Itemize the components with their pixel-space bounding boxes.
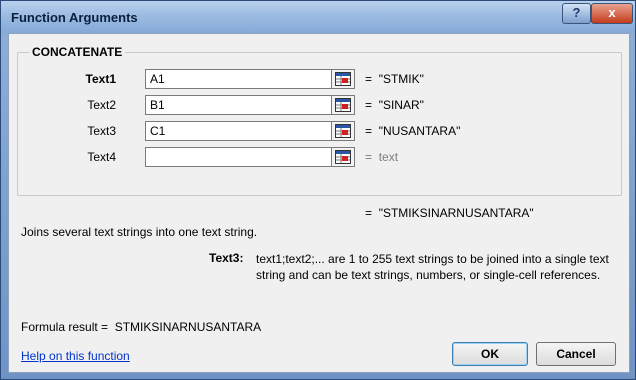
formula-result-label: Formula result = — [21, 320, 109, 334]
argument-label: Text3 — [87, 124, 116, 138]
formula-result: Formula result = STMIKSINARNUSANTARA — [21, 320, 261, 334]
equals-sign: = — [365, 98, 373, 112]
argument-result-value: "SINAR" — [378, 98, 424, 112]
argument-row-text4: Text4 = text — [9, 147, 629, 169]
cancel-button[interactable]: Cancel — [536, 342, 616, 366]
argument-result: = "SINAR" — [365, 98, 424, 112]
overall-result: = "STMIKSINARNUSANTARA" — [365, 206, 534, 220]
argument-label: Text2 — [87, 98, 116, 112]
help-on-function-link[interactable]: Help on this function — [21, 349, 130, 363]
equals-sign: = — [365, 72, 373, 86]
collapse-dialog-button[interactable] — [331, 147, 355, 167]
text2-input[interactable]: B1 — [145, 95, 341, 115]
argument-row-text3: Text3 C1 = "NUSANTARA" — [9, 121, 629, 143]
function-description: Joins several text strings into one text… — [21, 225, 258, 239]
argument-result-value: text — [378, 150, 399, 164]
argument-result: = text — [365, 150, 398, 164]
dialog-title: Function Arguments — [11, 10, 138, 25]
argument-row-text2: Text2 B1 = "SINAR" — [9, 95, 629, 117]
dialog-body: CONCATENATE Text1 A1 = "STMIK" Text2 B1 … — [8, 33, 630, 373]
help-button[interactable]: ? — [562, 3, 591, 24]
close-icon: x — [608, 5, 616, 20]
range-select-icon — [335, 98, 351, 112]
collapse-dialog-button[interactable] — [331, 95, 355, 115]
argument-label: Text1 — [85, 72, 116, 86]
argument-row-text1: Text1 A1 = "STMIK" — [9, 69, 629, 91]
overall-result-value: "STMIKSINARNUSANTARA" — [378, 206, 534, 220]
equals-sign: = — [365, 206, 373, 220]
argument-result-value: "NUSANTARA" — [378, 124, 461, 138]
function-name: CONCATENATE — [29, 45, 126, 59]
formula-result-value: STMIKSINARNUSANTARA — [114, 320, 262, 334]
ok-button[interactable]: OK — [452, 342, 528, 366]
range-select-icon — [335, 124, 351, 138]
range-select-icon — [335, 150, 351, 164]
text1-input[interactable]: A1 — [145, 69, 341, 89]
range-select-icon — [335, 72, 351, 86]
argument-label: Text4 — [87, 150, 116, 164]
close-button[interactable]: x — [591, 3, 633, 24]
argument-result: = "STMIK" — [365, 72, 424, 86]
collapse-dialog-button[interactable] — [331, 121, 355, 141]
argument-help-text: text1;text2;... are 1 to 255 text string… — [256, 252, 609, 282]
equals-sign: = — [365, 150, 373, 164]
text3-input[interactable]: C1 — [145, 121, 341, 141]
argument-result: = "NUSANTARA" — [365, 124, 460, 138]
title-bar[interactable]: Function Arguments ? x — [1, 1, 635, 33]
equals-sign: = — [365, 124, 373, 138]
function-arguments-dialog: Function Arguments ? x CONCATENATE Text1… — [0, 0, 636, 380]
argument-result-value: "STMIK" — [378, 72, 424, 86]
argument-help-name: Text3: — [209, 251, 244, 265]
question-icon: ? — [572, 5, 581, 20]
text4-input[interactable] — [145, 147, 341, 167]
collapse-dialog-button[interactable] — [331, 69, 355, 89]
